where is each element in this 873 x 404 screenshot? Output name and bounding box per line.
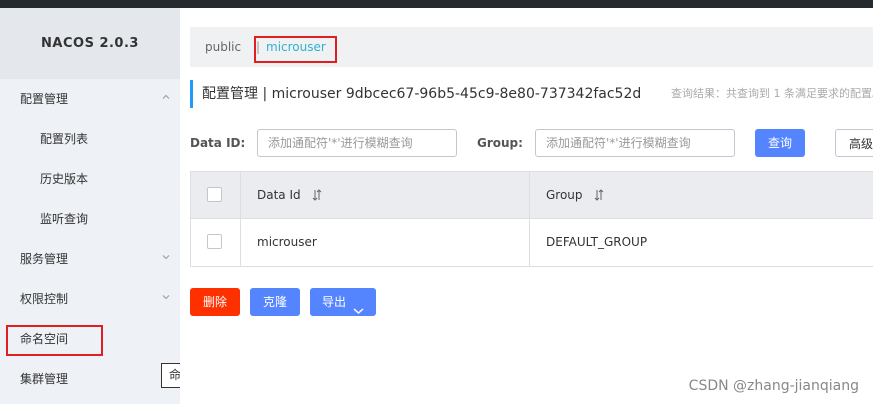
header-check-cell [191,172,241,219]
clone-button[interactable]: 克隆 [250,288,300,316]
batch-actions: 删除 克隆 导出 [190,288,490,316]
sidebar-item-service-management[interactable]: 服务管理 [0,239,180,279]
advanced-query-button[interactable]: 高级查询 [835,129,873,157]
page-title-row: 配置管理 | microuser 9dbcec67-96b5-45c9-8e80… [190,80,873,108]
header-dataid[interactable]: Data Id [241,172,530,219]
top-bar [0,0,873,8]
query-result-text: 查询结果：共查询到 1 条满足要求的配置。 [671,87,873,100]
sidebar-item-label: 权限控制 [20,292,69,306]
dataid-label: Data ID: [190,136,246,150]
main-content: public | microuser 配置管理 | microuser 9dbc… [180,8,873,404]
row-check-cell [191,219,241,266]
namespace-public-link[interactable]: public [205,27,241,67]
sidebar-item-access-control[interactable]: 权限控制 [0,279,180,319]
row-dataid: microuser [241,219,530,266]
row-group: DEFAULT_GROUP [546,235,648,249]
sidebar-item-namespace[interactable]: 命名空间 [0,319,180,359]
search-form: Data ID: Group: 查询 高级查询 [190,129,873,157]
sidebar-item-label: 服务管理 [20,252,69,266]
row-checkbox[interactable] [207,234,222,249]
chevron-down-icon [162,293,170,301]
sidebar-item-cluster-management[interactable]: 集群管理 [0,359,180,399]
sort-icon[interactable] [312,174,322,221]
sidebar-item-label: 历史版本 [40,172,89,186]
export-label: 导出 [322,295,347,309]
query-button[interactable]: 查询 [755,129,805,157]
delete-button[interactable]: 删除 [190,288,240,316]
chevron-up-icon [162,93,170,101]
config-table: Data Id Group microuser DEFAULT_GROUP [190,171,873,267]
sidebar-item-history-versions[interactable]: 历史版本 [0,159,180,199]
brand-logo: NACOS 2.0.3 [0,8,180,79]
chevron-down-icon [162,253,170,261]
page-title: 配置管理 | microuser 9dbcec67-96b5-45c9-8e80… [202,86,642,102]
sidebar-item-label: 监听查询 [40,212,89,226]
group-label: Group: [477,136,523,150]
dataid-input[interactable] [257,129,457,157]
select-all-checkbox[interactable] [207,187,222,202]
table-row: microuser DEFAULT_GROUP [191,219,873,266]
group-input[interactable] [535,129,735,157]
column-header-label: Data Id [257,188,301,202]
sidebar: NACOS 2.0.3 配置管理 配置列表 历史版本 监听查询 服务管理 权限控… [0,8,180,404]
sidebar-item-label: 集群管理 [20,372,69,386]
header-group[interactable]: Group [530,172,873,219]
title-accent-bar [190,80,193,108]
namespace-bar: public | microuser [190,27,873,67]
sidebar-item-config-list[interactable]: 配置列表 [0,119,180,159]
sidebar-item-config-management[interactable]: 配置管理 [0,79,180,119]
chevron-down-icon [353,297,364,325]
sidebar-item-label: 配置管理 [20,92,69,106]
sidebar-item-label: 命名空间 [20,332,69,346]
table-header: Data Id Group [191,172,873,219]
sidebar-item-listener-query[interactable]: 监听查询 [0,199,180,239]
column-header-label: Group [546,188,583,202]
export-button[interactable]: 导出 [310,288,376,316]
sidebar-item-label: 配置列表 [40,132,89,146]
sort-icon[interactable] [594,174,604,221]
watermark: CSDN @zhang-jianqiang [688,378,859,394]
namespace-highlight-box [254,36,337,63]
